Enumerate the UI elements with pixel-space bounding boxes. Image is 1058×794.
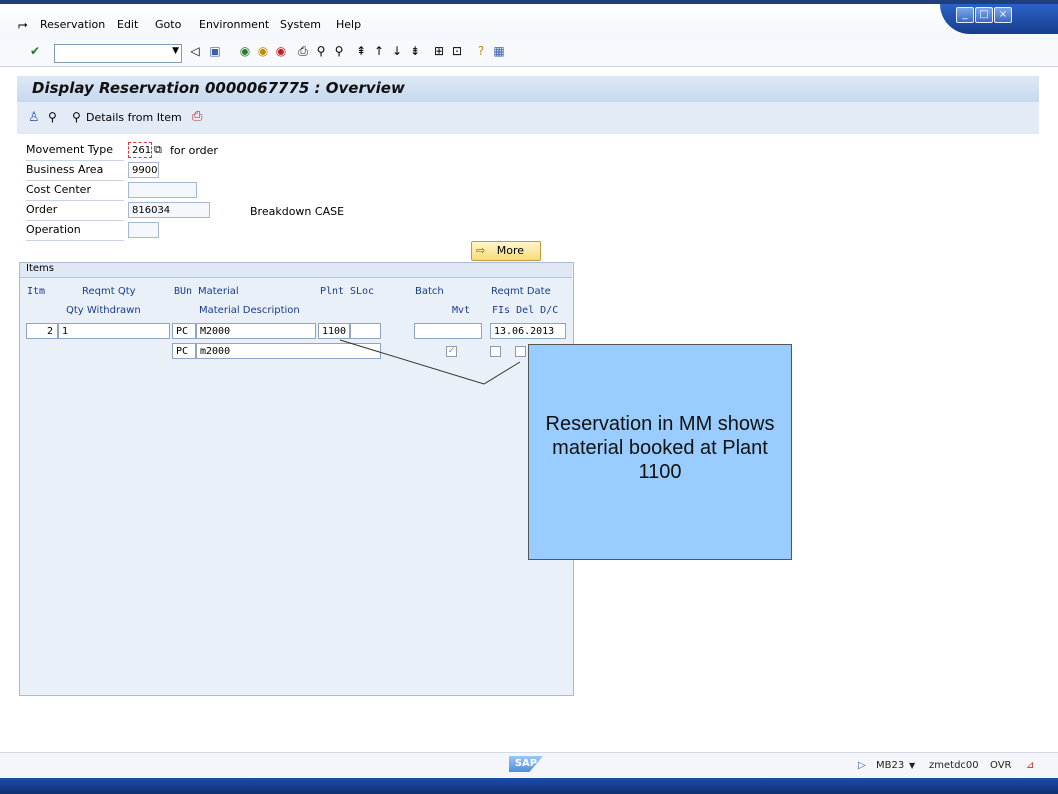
status-arrow-icon[interactable]: ▷ xyxy=(858,760,866,771)
status-lock-icon: ⊿ xyxy=(1026,760,1035,771)
status-mode[interactable]: OVR xyxy=(990,760,1011,771)
status-transaction[interactable]: MB23 xyxy=(876,760,904,771)
window-bottom-border xyxy=(0,778,1058,794)
transaction-dropdown-icon[interactable]: ▼ xyxy=(909,761,915,770)
status-server: zmetdc00 xyxy=(929,760,979,771)
callout-text: Reservation in MM shows material booked … xyxy=(545,413,775,483)
